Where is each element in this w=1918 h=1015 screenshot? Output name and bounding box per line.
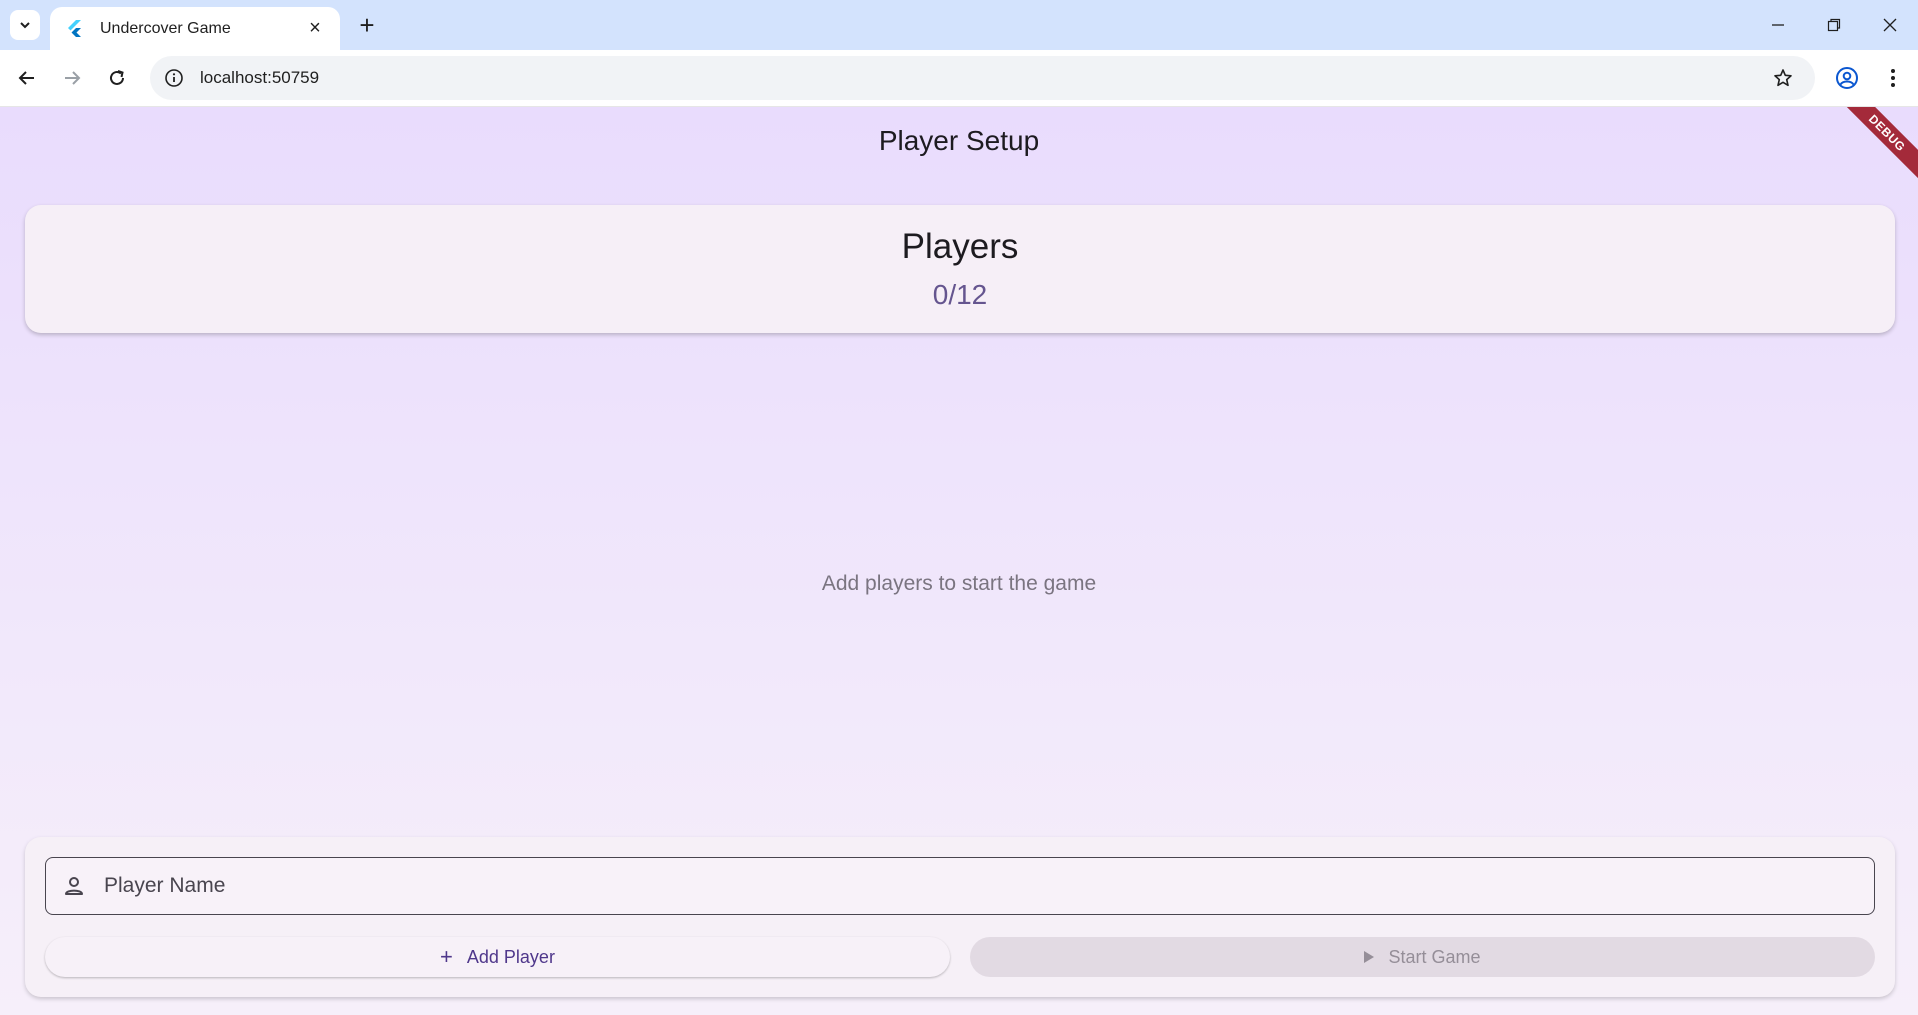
reload-icon (110, 70, 124, 85)
add-player-button[interactable]: + Add Player (45, 937, 950, 977)
url-text[interactable]: localhost:50759 (200, 68, 319, 88)
restore-icon (1827, 18, 1841, 32)
chevron-down-icon (20, 22, 30, 29)
app-viewport: DEBUG Player Setup Players 0/12 Add play… (0, 107, 1918, 1015)
person-icon (60, 872, 88, 900)
players-card: Players 0/12 (25, 205, 1895, 333)
reload-button[interactable] (99, 60, 135, 96)
close-tab-icon[interactable]: × (304, 17, 326, 40)
plus-icon: + (440, 944, 453, 969)
bookmark-star-icon[interactable] (1771, 66, 1795, 90)
empty-state-message: Add players to start the game (821, 572, 1097, 595)
player-name-input[interactable] (104, 874, 1804, 898)
account-circle-icon (1836, 67, 1858, 89)
back-button[interactable] (9, 60, 45, 96)
browser-tab[interactable]: Undercover Game × (50, 7, 340, 50)
profile-button[interactable] (1829, 60, 1865, 96)
info-icon[interactable] (164, 68, 184, 88)
flutter-icon (64, 19, 84, 39)
tab-title: Undercover Game (100, 19, 231, 37)
more-vertical-icon (1891, 69, 1895, 87)
address-bar[interactable]: localhost:50759 (150, 56, 1815, 100)
players-heading: Players (901, 227, 1019, 266)
add-player-panel: + Add Player Start Game (25, 837, 1895, 997)
arrow-right-icon (65, 71, 81, 85)
page-title: Player Setup (878, 125, 1040, 156)
close-icon (1883, 18, 1897, 32)
browser-tab-strip: Undercover Game × + (0, 0, 1918, 50)
minimize-icon (1772, 24, 1784, 26)
play-icon (1364, 951, 1375, 963)
tab-search-button[interactable] (10, 10, 40, 40)
start-game-button[interactable]: Start Game (970, 937, 1875, 977)
new-tab-button[interactable]: + (352, 10, 382, 40)
forward-button[interactable] (54, 60, 90, 96)
close-window-button[interactable] (1862, 0, 1918, 50)
minimize-button[interactable] (1750, 0, 1806, 50)
player-name-field[interactable] (45, 857, 1875, 915)
arrow-left-icon (18, 71, 34, 85)
browser-toolbar: localhost:50759 (0, 50, 1918, 107)
add-player-label: Add Player (466, 946, 555, 967)
player-count: 0/12 (932, 279, 988, 310)
restore-button[interactable] (1806, 0, 1862, 50)
start-game-label: Start Game (1388, 946, 1481, 967)
browser-menu-button[interactable] (1875, 60, 1911, 96)
